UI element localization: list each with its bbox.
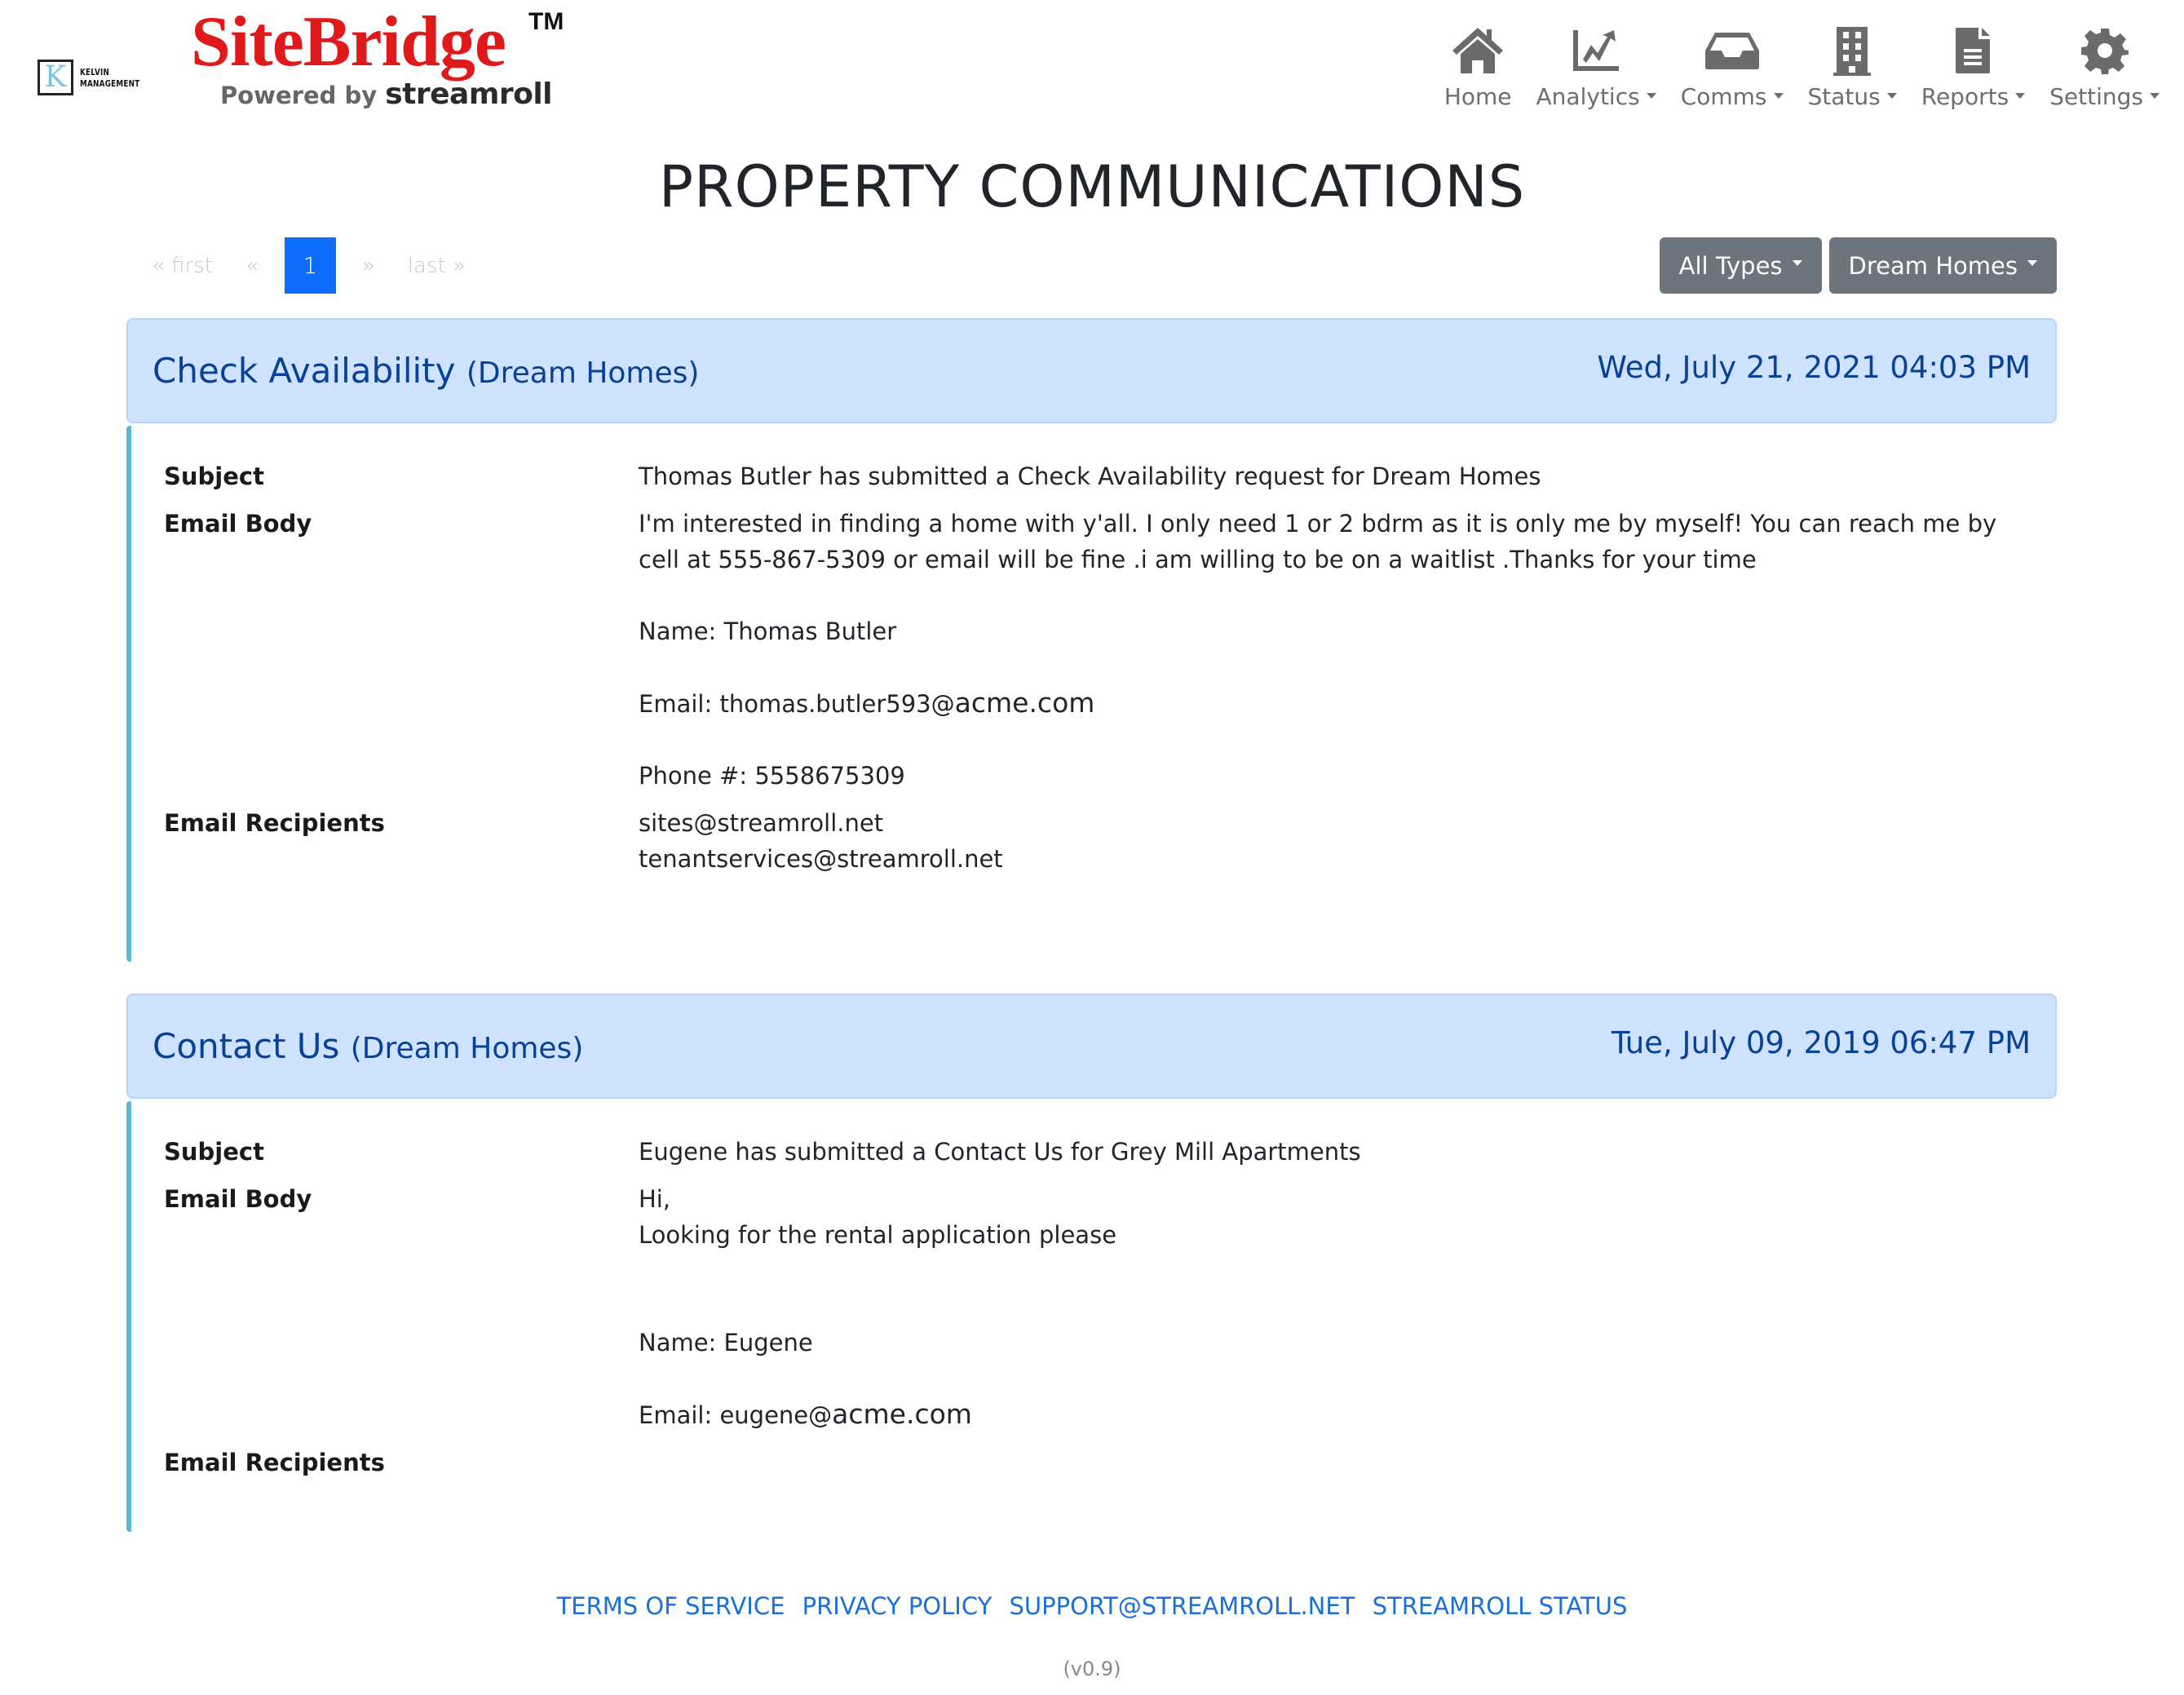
card-title: Check Availability (Dream Homes) [153,351,700,391]
main-nav: Home Analytics Comms Status Reports Sett… [1420,24,2160,110]
pagination-first[interactable]: « first [135,254,229,278]
email-body-value: I'm interested in finding a home with y'… [639,510,1997,790]
home-icon [1449,24,1506,77]
email-body-value: Hi, Looking for the rental application p… [639,1185,1117,1430]
trademark-symbol: TM [528,8,564,35]
card-property: (Dream Homes) [350,1032,584,1065]
company-logo[interactable]: K [38,60,73,95]
company-logo-initial: K [44,60,67,94]
card-body: Subject Eugene has submitted a Contact U… [126,1101,2057,1532]
subject-value: Thomas Butler has submitted a Check Avai… [639,462,1541,490]
privacy-policy-link[interactable]: PRIVACY POLICY [802,1592,993,1620]
card-title: Contact Us (Dream Homes) [153,1026,584,1066]
card-header: Check Availability (Dream Homes) Wed, Ju… [126,318,2057,423]
subject-row: Subject Thomas Butler has submitted a Ch… [164,458,2057,494]
subject-label: Subject [164,462,264,490]
nav-home-label: Home [1443,83,1512,110]
email-recipients-value [639,1445,671,1480]
company-logo-text: KELVIN MANAGEMENT [80,67,140,89]
powered-by-text: Powered by streamroll [220,77,553,111]
nav-analytics[interactable]: Analytics [1536,24,1656,110]
email-recipients-label: Email Recipients [164,1449,385,1476]
recipient: sites@streamroll.net [639,809,884,837]
email-body-row: Email Body Hi, Looking for the rental ap… [164,1181,2057,1433]
nav-comms[interactable]: Comms [1681,24,1784,110]
chevron-down-icon [2027,260,2037,266]
file-text-icon [1944,24,2001,77]
card-property: (Dream Homes) [466,356,700,390]
recipient: tenantservices@streamroll.net [639,845,1003,873]
property-filter-dropdown[interactable]: Dream Homes [1828,237,2057,294]
footer-links: TERMS OF SERVICE PRIVACY POLICY SUPPORT@… [0,1592,2184,1620]
subject-value: Eugene has submitted a Contact Us for Gr… [639,1138,1361,1166]
card-date: Wed, July 21, 2021 04:03 PM [1597,350,2031,385]
email-recipients-value: sites@streamroll.net tenantservices@stre… [639,805,1036,877]
pagination: « first « 1 » last » [135,237,482,294]
chevron-down-icon [1773,92,1784,99]
email-recipients-row: Email Recipients sites@streamroll.net te… [164,805,2057,877]
nav-settings[interactable]: Settings [2049,24,2160,110]
sitebridge-logo[interactable]: SiteBridge [191,2,506,83]
chevron-down-icon [2150,92,2160,99]
subject-label: Subject [164,1138,264,1166]
chevron-down-icon [1646,92,1656,99]
inbox-icon [1704,24,1761,77]
nav-home[interactable]: Home [1444,24,1512,110]
building-icon [1824,24,1881,77]
version-label: (v0.9) [1063,1657,1121,1680]
email-recipients-row: Email Recipients [164,1445,2057,1480]
streamroll-status-link[interactable]: STREAMROLL STATUS [1373,1592,1628,1620]
terms-of-service-link[interactable]: TERMS OF SERVICE [557,1592,785,1620]
card-header: Contact Us (Dream Homes) Tue, July 09, 2… [126,994,2057,1099]
nav-status[interactable]: Status [1808,24,1897,110]
communication-card: Contact Us (Dream Homes) Tue, July 09, 2… [126,994,2057,1532]
chevron-down-icon [1792,260,1802,266]
email-body-label: Email Body [164,510,312,538]
pagination-prev[interactable]: « [229,254,275,278]
chevron-down-icon [2015,92,2026,99]
pagination-last[interactable]: last » [391,254,482,278]
page-title: PROPERTY COMMUNICATIONS [658,153,1526,220]
filters: All Types Dream Homes [1652,237,2057,294]
email-recipients-label: Email Recipients [164,809,385,837]
support-email-link[interactable]: SUPPORT@STREAMROLL.NET [1010,1592,1355,1620]
chevron-down-icon [1886,92,1897,99]
pagination-page-1[interactable]: 1 [284,237,336,294]
type-filter-dropdown[interactable]: All Types [1659,237,1822,294]
subject-row: Subject Eugene has submitted a Contact U… [164,1134,2057,1170]
pagination-next[interactable]: » [346,254,391,278]
email-body-label: Email Body [164,1185,312,1213]
gear-icon [2076,24,2133,77]
card-date: Tue, July 09, 2019 06:47 PM [1611,1025,2031,1060]
chart-line-icon [1567,24,1625,77]
streamroll-logo: streamroll [385,77,553,111]
card-body: Subject Thomas Butler has submitted a Ch… [126,426,2057,962]
nav-reports[interactable]: Reports [1921,24,2026,110]
email-body-row: Email Body I'm interested in finding a h… [164,506,2057,794]
communication-card: Check Availability (Dream Homes) Wed, Ju… [126,318,2057,962]
